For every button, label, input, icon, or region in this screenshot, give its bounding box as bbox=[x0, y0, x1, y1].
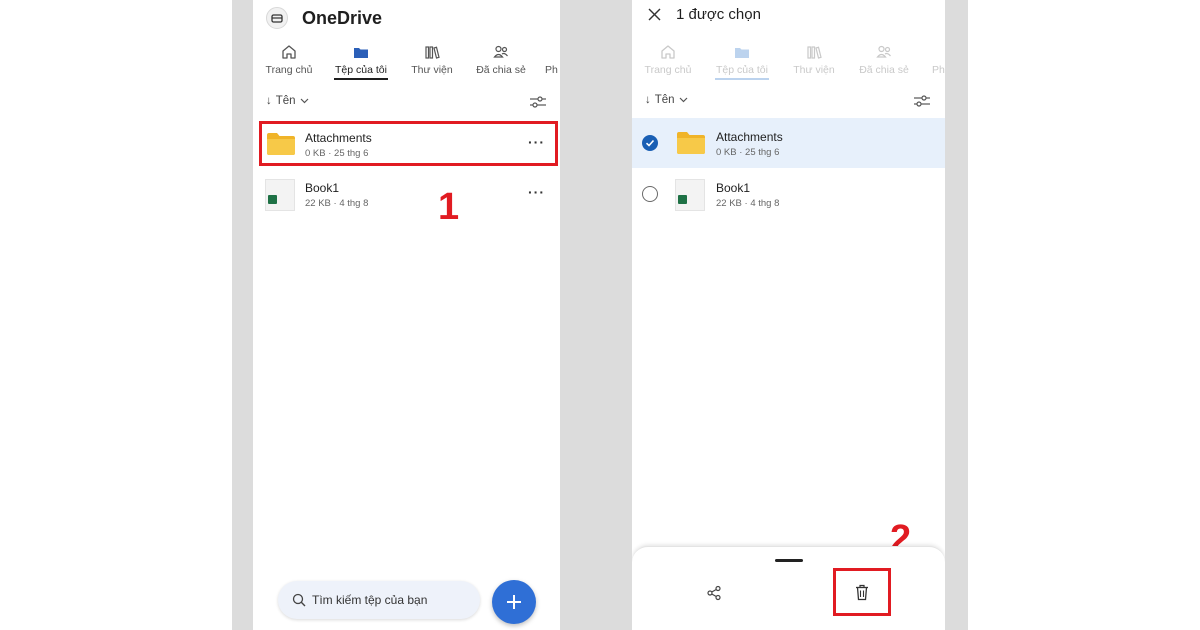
chevron-down-icon bbox=[679, 97, 688, 103]
file-name: Book1 bbox=[305, 181, 340, 195]
tab-label: Tệp của tôi bbox=[716, 64, 768, 76]
share-icon[interactable] bbox=[706, 585, 722, 601]
plus-icon bbox=[507, 595, 521, 609]
arrow-down-icon: ↓ bbox=[266, 95, 272, 107]
tab-label: Thư viện bbox=[411, 64, 453, 76]
sort-label: Tên bbox=[654, 94, 675, 106]
search-bar[interactable]: Tìm kiếm tệp của bạn bbox=[278, 581, 480, 619]
delete-trash-icon[interactable] bbox=[854, 584, 870, 601]
selection-header: 1 được chọn bbox=[632, 0, 945, 32]
excel-icon bbox=[268, 195, 277, 204]
search-icon bbox=[292, 593, 306, 607]
search-placeholder: Tìm kiếm tệp của bạn bbox=[312, 593, 428, 607]
tab-my-files: Tệp của tôi bbox=[715, 42, 769, 82]
filter-icon[interactable] bbox=[529, 95, 547, 109]
tab-label: Thư viện bbox=[793, 64, 835, 76]
active-tab-indicator bbox=[715, 78, 769, 80]
file-name: Book1 bbox=[716, 181, 751, 195]
excel-icon bbox=[678, 195, 687, 204]
file-meta: 0 KB · 25 thg 6 bbox=[716, 147, 780, 158]
middle-gutter bbox=[560, 0, 632, 630]
active-tab-indicator bbox=[334, 78, 388, 80]
tab-label: Trang chủ bbox=[644, 64, 692, 76]
tab-home: Trang chủ bbox=[642, 42, 694, 82]
nav-tabs-disabled: Trang chủ Tệp của tôi Thư viện Đã chia s… bbox=[632, 42, 945, 82]
tab-more-clipped: Ph bbox=[932, 42, 945, 82]
phone-screen-selection: 1 được chọn Trang chủ Tệp của tôi Thư vi… bbox=[632, 0, 945, 630]
people-icon bbox=[876, 45, 891, 58]
tab-label: Ph bbox=[932, 64, 945, 76]
tab-label: Ph bbox=[545, 64, 558, 76]
tab-label: Đã chia sẻ bbox=[476, 64, 526, 76]
home-icon bbox=[661, 45, 675, 59]
tab-library: Thư viện bbox=[791, 42, 837, 82]
sort-by-name-button[interactable]: ↓ Tên bbox=[266, 95, 309, 107]
action-bottom-sheet bbox=[632, 546, 945, 630]
file-row-attachments-selected[interactable]: Attachments 0 KB · 25 thg 6 bbox=[632, 118, 945, 168]
file-row-book1[interactable]: Book1 22 KB · 4 thg 8 ··· bbox=[253, 172, 560, 220]
selection-count-title: 1 được chọn bbox=[676, 6, 761, 23]
tab-label: Trang chủ bbox=[265, 64, 313, 76]
tab-label: Tệp của tôi bbox=[335, 64, 387, 76]
folder-icon bbox=[677, 132, 705, 154]
home-icon bbox=[282, 45, 296, 59]
screenshot-canvas: OneDrive Trang chủ Tệp của tôi Thư viện … bbox=[0, 0, 1200, 630]
checkmark-icon bbox=[645, 139, 655, 147]
app-header: OneDrive bbox=[253, 0, 560, 38]
app-title: OneDrive bbox=[302, 8, 383, 28]
sort-by-name-button[interactable]: ↓ Tên bbox=[645, 94, 688, 106]
arrow-down-icon: ↓ bbox=[645, 94, 651, 106]
nav-tabs: Trang chủ Tệp của tôi Thư viện Đã chia s… bbox=[253, 42, 560, 82]
add-button[interactable] bbox=[492, 580, 536, 624]
account-avatar[interactable] bbox=[266, 7, 288, 29]
tab-more-clipped[interactable]: Ph bbox=[545, 42, 560, 82]
filter-icon[interactable] bbox=[913, 94, 931, 108]
chevron-down-icon bbox=[300, 98, 309, 104]
close-icon[interactable] bbox=[647, 7, 662, 22]
sheet-drag-handle[interactable] bbox=[775, 559, 803, 562]
people-icon bbox=[493, 45, 508, 58]
tab-library[interactable]: Thư viện bbox=[409, 42, 455, 82]
step-highlight-box bbox=[259, 121, 558, 166]
selection-checkbox[interactable] bbox=[642, 186, 658, 202]
step-number-label: 1 bbox=[438, 186, 460, 228]
tab-my-files[interactable]: Tệp của tôi bbox=[334, 42, 388, 82]
file-row-book1[interactable]: Book1 22 KB · 4 thg 8 bbox=[632, 172, 945, 220]
file-meta: 22 KB · 4 thg 8 bbox=[305, 198, 369, 209]
phone-screen-files: OneDrive Trang chủ Tệp của tôi Thư viện … bbox=[253, 0, 560, 630]
selection-checkbox[interactable] bbox=[642, 135, 658, 151]
library-icon bbox=[807, 46, 822, 59]
folder-icon bbox=[354, 48, 368, 58]
left-gutter bbox=[232, 0, 253, 630]
tab-label: Đã chia sẻ bbox=[859, 64, 909, 76]
tab-shared: Đã chia sẻ bbox=[857, 42, 911, 82]
tab-shared[interactable]: Đã chia sẻ bbox=[474, 42, 528, 82]
excel-file-thumbnail bbox=[265, 179, 295, 211]
folder-icon bbox=[735, 48, 749, 58]
tab-home[interactable]: Trang chủ bbox=[263, 42, 315, 82]
file-name: Attachments bbox=[716, 130, 783, 144]
onedrive-logo-icon bbox=[271, 14, 283, 23]
library-icon bbox=[425, 46, 440, 59]
more-options-button[interactable]: ··· bbox=[528, 184, 545, 200]
sort-label: Tên bbox=[275, 95, 296, 107]
excel-file-thumbnail bbox=[675, 179, 705, 211]
right-gutter bbox=[945, 0, 968, 630]
file-meta: 22 KB · 4 thg 8 bbox=[716, 198, 780, 209]
